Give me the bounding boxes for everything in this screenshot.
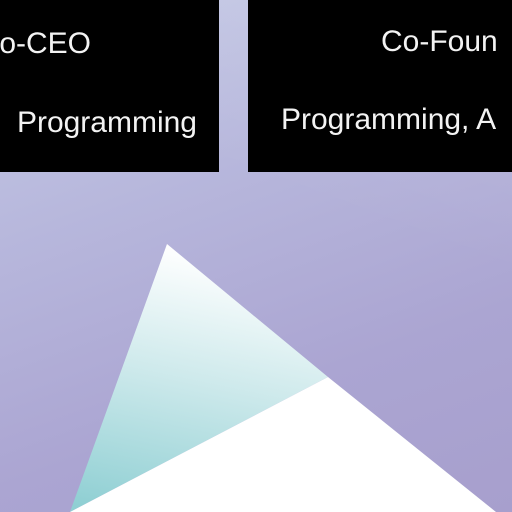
decorative-triangles xyxy=(70,244,496,512)
